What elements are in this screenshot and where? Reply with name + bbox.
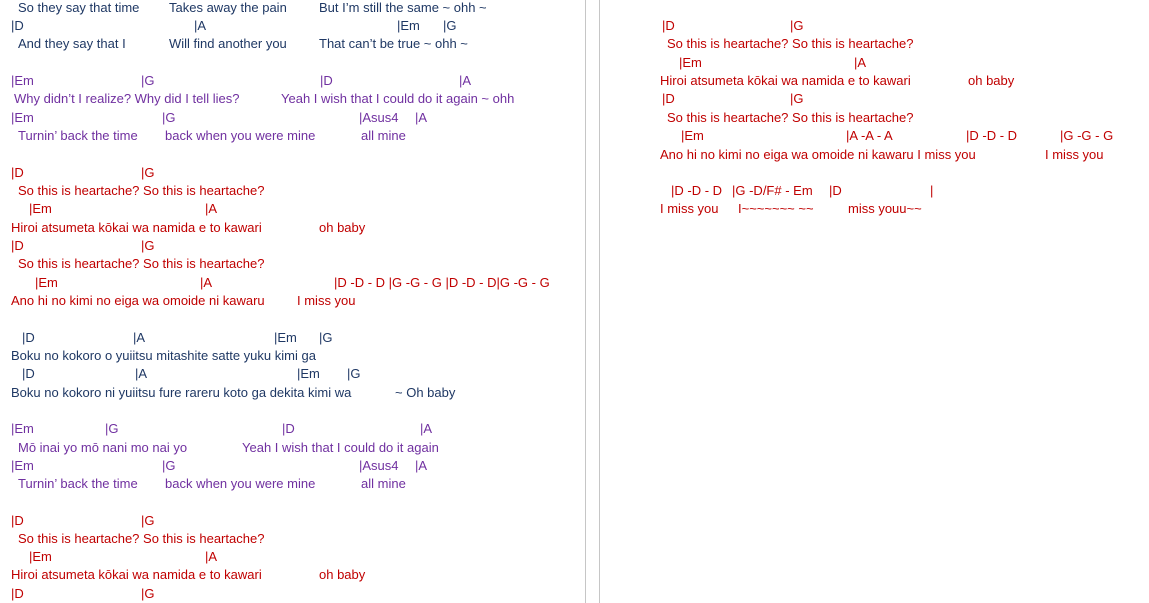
chord-marker: |D [11, 513, 24, 528]
chord-marker: |Em [11, 73, 34, 88]
chord-marker: |G [790, 18, 804, 33]
chord-marker: |D [282, 421, 295, 436]
lyric-text: That can’t be true ~ ohh ~ [319, 36, 468, 51]
chord-marker: |D [662, 18, 675, 33]
chord-marker: |G [162, 458, 176, 473]
chord-marker: |D [662, 91, 675, 106]
lyric-text: Boku no kokoro o yuiitsu mitashite satte… [11, 348, 316, 363]
lyric-text: But I’m still the same ~ ohh ~ [319, 0, 487, 15]
chord-marker: |D [829, 183, 842, 198]
chord-marker: |Em [681, 128, 704, 143]
chord-marker: |D [320, 73, 333, 88]
chord-marker: |Em [11, 421, 34, 436]
chord-marker: |G [141, 165, 155, 180]
chord-marker: |D -D - D |G -G - G |D -D - D|G -G - G [334, 275, 550, 290]
lyric-text: Ano hi no kimi no eiga wa omoide ni kawa… [11, 293, 265, 308]
lyric-text: Will find another you [169, 36, 287, 51]
chord-marker: |Em [297, 366, 320, 381]
chord-marker: |Asus4 [359, 458, 399, 473]
lyric-text: Hiroi atsumeta kōkai wa namida e to kawa… [11, 220, 262, 235]
chord-marker: |D -D - D [966, 128, 1018, 143]
lyric-text: back when you were mine [165, 476, 316, 491]
chord-marker: |G -G - G [1060, 128, 1114, 143]
lyric-text: Hiroi atsumeta kōkai wa namida e to kawa… [11, 567, 262, 582]
chord-marker: |A [133, 330, 146, 345]
lyric-text: I miss you [1045, 147, 1104, 162]
chord-marker: |G [790, 91, 804, 106]
lyric-text: I miss you [660, 201, 719, 216]
chord-marker: |Em [397, 18, 420, 33]
chord-marker: |D [22, 330, 35, 345]
chord-marker: |Em [11, 110, 34, 125]
chord-marker: |G [162, 110, 176, 125]
lyric-text: Turnin’ back the time [18, 128, 138, 143]
chord-marker: |Em [35, 275, 58, 290]
chord-marker: |A [135, 366, 148, 381]
lyric-text: I~~~~~~~ ~~ [738, 201, 814, 216]
chord-marker: |A [205, 549, 218, 564]
lyric-text: Yeah I wish that I could do it again ~ o… [281, 91, 515, 106]
chord-marker: |G [141, 73, 155, 88]
chord-marker: |A [194, 18, 207, 33]
chord-marker: |A [415, 458, 428, 473]
lyric-text: So they say that time [18, 0, 140, 15]
lyric-text: So this is heartache? So this is heartac… [18, 183, 265, 198]
lyric-text: Ano hi no kimi no eiga wa omoide ni kawa… [660, 147, 976, 162]
chord-marker: |D -D - D [671, 183, 723, 198]
chord-marker: |A [459, 73, 472, 88]
chord-marker: |G [105, 421, 119, 436]
chord-marker: |D [11, 165, 24, 180]
lyric-text: Yeah I wish that I could do it again [242, 440, 439, 455]
lyric-text: So this is heartache? So this is heartac… [667, 110, 914, 125]
chord-marker: |D [22, 366, 35, 381]
chord-marker: |G [141, 238, 155, 253]
chord-marker: |Asus4 [359, 110, 399, 125]
chord-marker: |Em [679, 55, 702, 70]
chord-marker: |A [854, 55, 867, 70]
lyric-text: all mine [361, 128, 406, 143]
left-page: So they say that time Takes away the pain… [0, 0, 585, 603]
lyric-text: Why didn’t I realize? Why did I tell lie… [14, 91, 240, 106]
chord-marker: |G -D/F# - Em [732, 183, 813, 198]
page-divider-left [585, 0, 586, 603]
lyric-text: all mine [361, 476, 406, 491]
lyric-text: oh baby [319, 220, 366, 235]
lyric-text: Takes away the pain [169, 0, 287, 15]
lyric-text: back when you were mine [165, 128, 316, 143]
chord-marker: |A [420, 421, 433, 436]
chord-marker: |Em [29, 201, 52, 216]
chord-marker: |G [141, 513, 155, 528]
lyric-text: ~ Oh baby [395, 385, 456, 400]
chord-marker: |D [11, 238, 24, 253]
lyric-text: Hiroi atsumeta kōkai wa namida e to kawa… [660, 73, 911, 88]
lyric-text: I miss you [297, 293, 356, 308]
chord-marker: |D [11, 18, 24, 33]
lyric-text: Mō inai yo mō nani mo nai yo [18, 440, 188, 455]
chord-marker: |A -A - A [846, 128, 893, 143]
chord-marker: |D [11, 586, 24, 601]
chord-marker: |G [347, 366, 361, 381]
chord-marker: |Em [29, 549, 52, 564]
lyric-text: oh baby [319, 567, 366, 582]
right-page: |D |G So this is heartache? So this is hea… [600, 0, 1149, 603]
chord-marker: |G [319, 330, 333, 345]
chord-marker: |A [205, 201, 218, 216]
lyric-text: So this is heartache? So this is heartac… [18, 256, 265, 271]
lyric-text: Boku no kokoro ni yuiitsu fure rareru ko… [11, 385, 352, 400]
chord-marker: |A [200, 275, 213, 290]
lyric-text: So this is heartache? So this is heartac… [667, 36, 914, 51]
chord-marker: |G [141, 586, 155, 601]
lyric-text: And they say that I [18, 36, 126, 51]
lyric-text: So this is heartache? So this is heartac… [18, 531, 265, 546]
chord-marker: |Em [274, 330, 297, 345]
chord-marker: | [930, 183, 934, 198]
lyric-text: miss youu~~ [848, 201, 922, 216]
chord-marker: |G [443, 18, 457, 33]
chord-marker: |Em [11, 458, 34, 473]
lyric-text: oh baby [968, 73, 1015, 88]
chord-marker: |A [415, 110, 428, 125]
lyric-text: Turnin’ back the time [18, 476, 138, 491]
